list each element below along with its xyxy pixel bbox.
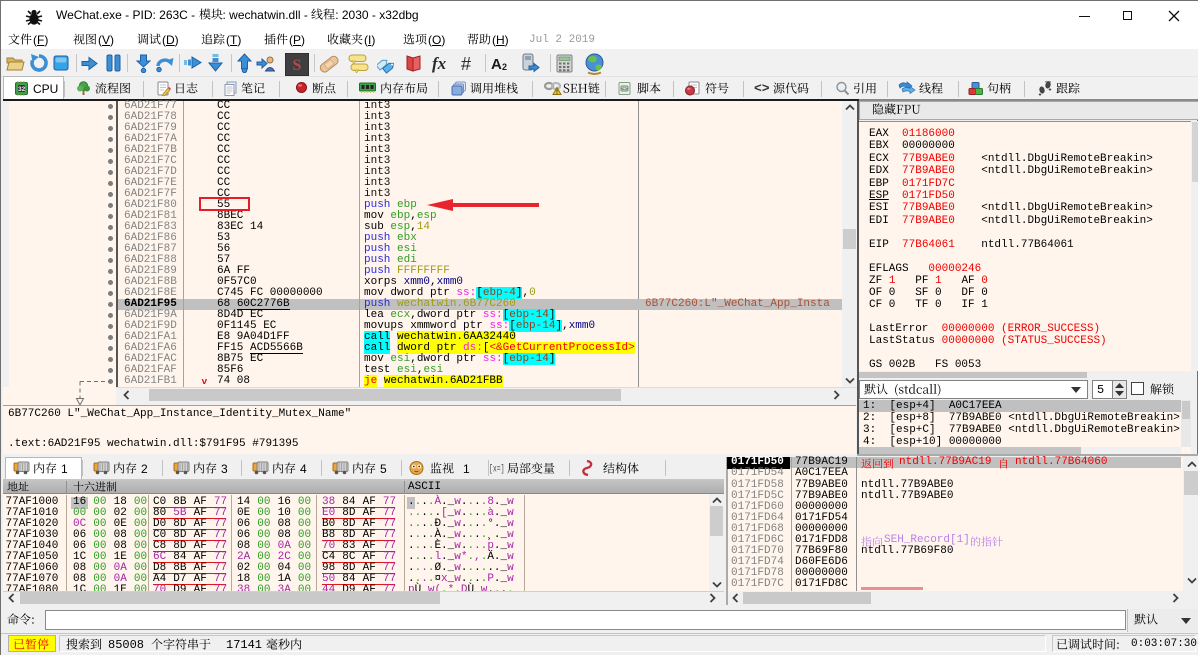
svg-text:[x=]: [x=] bbox=[489, 464, 505, 475]
svg-text:<>: <> bbox=[621, 86, 628, 93]
svg-text:#: # bbox=[461, 54, 471, 73]
svg-text:S: S bbox=[293, 57, 302, 74]
svg-text:32: 32 bbox=[18, 86, 26, 93]
svg-text:fx: fx bbox=[432, 54, 447, 73]
svg-text:2: 2 bbox=[502, 62, 507, 72]
svg-text:!: ! bbox=[556, 90, 558, 95]
svg-text:A: A bbox=[491, 56, 502, 72]
svg-text:<>: <> bbox=[754, 81, 770, 94]
